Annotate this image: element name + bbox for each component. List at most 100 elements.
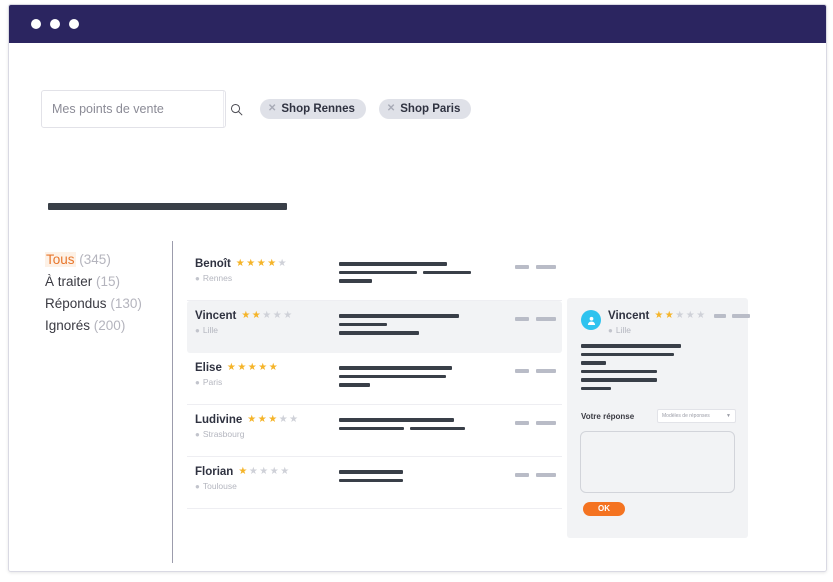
review-meta-placeholder: [515, 265, 556, 269]
sidebar-item-label: À traiter: [45, 274, 93, 289]
filter-pill-shop-paris[interactable]: ✕ Shop Paris: [378, 99, 472, 119]
text-line-group: [339, 478, 489, 488]
reviewer-name: Elise: [195, 362, 222, 374]
rating-stars: ★ ★ ★ ★ ★: [236, 259, 287, 269]
rating-star: ★: [251, 310, 261, 321]
text-line-placeholder: [339, 331, 419, 335]
sidebar-item-repondus[interactable]: Répondus (130): [45, 293, 165, 315]
review-meta-bar: [515, 317, 529, 321]
search-icon: [230, 103, 243, 116]
rating-star: ★: [246, 258, 256, 269]
text-line-placeholder: [339, 383, 370, 387]
text-line-placeholder: [581, 361, 606, 365]
panel-location-label: Lille: [615, 325, 631, 335]
rating-star: ★: [664, 310, 674, 321]
text-line-placeholder: [339, 374, 446, 378]
review-meta-placeholder: [515, 317, 556, 321]
app-screenshot: ✕ Shop Rennes ✕ Shop Paris Tous (345): [0, 0, 833, 582]
text-line-placeholder: [581, 369, 657, 373]
review-meta-bar: [536, 473, 556, 477]
rating-star: ★: [675, 310, 685, 321]
text-line-group: [339, 374, 489, 384]
review-text-placeholder: [339, 262, 489, 288]
close-icon[interactable]: ✕: [387, 104, 395, 114]
review-text-placeholder: [339, 418, 489, 435]
window-dot-minimize[interactable]: [50, 19, 60, 29]
rating-star: ★: [238, 466, 248, 477]
sidebar-item-label: Tous: [45, 252, 76, 267]
reviewer-name: Vincent: [195, 310, 237, 322]
text-line-group: [339, 470, 489, 479]
review-row[interactable]: Ludivine ★ ★ ★ ★ ★ ● Strasbourg: [187, 405, 562, 457]
rating-star: ★: [267, 258, 277, 269]
chevron-down-icon: ▼: [726, 413, 731, 419]
rating-stars: ★ ★ ★ ★ ★: [238, 467, 289, 477]
panel-meta-bar: [714, 314, 727, 318]
search-button[interactable]: [223, 91, 249, 127]
text-line-group: [339, 426, 489, 436]
text-line-placeholder: [339, 418, 454, 422]
response-template-select[interactable]: Modèles de réponses ▼: [657, 409, 736, 423]
location-pin-icon: ●: [608, 325, 613, 335]
rating-star: ★: [235, 258, 245, 269]
text-line-placeholder: [410, 426, 465, 430]
window-dot-maximize[interactable]: [69, 19, 79, 29]
text-line-placeholder: [581, 344, 681, 348]
window-titlebar: [9, 5, 826, 43]
rating-star: ★: [268, 414, 278, 425]
window-controls[interactable]: [31, 19, 79, 29]
review-location-label: Rennes: [202, 273, 233, 283]
sidebar-divider: [172, 241, 173, 563]
rating-star: ★: [289, 414, 299, 425]
rating-star: ★: [269, 466, 279, 477]
text-line-placeholder: [339, 314, 459, 318]
review-row[interactable]: Florian ★ ★ ★ ★ ★ ● Toulouse: [187, 457, 562, 509]
sidebar-item-tous[interactable]: Tous (345): [45, 249, 165, 271]
rating-star: ★: [226, 362, 236, 373]
rating-star: ★: [278, 414, 288, 425]
text-line-placeholder: [581, 386, 611, 390]
search-box[interactable]: [41, 90, 243, 128]
review-text-placeholder: [339, 470, 489, 487]
rating-star: ★: [256, 258, 266, 269]
panel-reviewer-name: Vincent: [608, 310, 650, 322]
ok-button[interactable]: OK: [583, 502, 625, 516]
text-line-placeholder: [581, 378, 657, 382]
close-icon[interactable]: ✕: [268, 104, 276, 114]
sidebar-item-a-traiter[interactable]: À traiter (15): [45, 271, 165, 293]
location-pin-icon: ●: [195, 377, 200, 387]
text-line-placeholder: [339, 366, 452, 370]
location-pin-icon: ●: [195, 325, 200, 335]
rating-star: ★: [258, 362, 268, 373]
rating-star: ★: [247, 414, 257, 425]
rating-star: ★: [280, 466, 290, 477]
filter-sidebar: Tous (345) À traiter (15) Répondus (130)…: [45, 249, 165, 337]
reply-textarea[interactable]: [580, 431, 735, 493]
text-line-group: [339, 418, 489, 427]
filter-pill-label: Shop Paris: [400, 103, 461, 115]
text-line-placeholder: [339, 470, 403, 474]
review-location-label: Toulouse: [202, 481, 237, 491]
review-row[interactable]: Elise ★ ★ ★ ★ ★ ● Paris: [187, 353, 562, 405]
text-line-group: [339, 383, 489, 392]
sidebar-item-ignores[interactable]: Ignorés (200): [45, 315, 165, 337]
review-meta-bar: [515, 421, 529, 425]
review-row[interactable]: Vincent ★ ★ ★ ★ ★ ● Lille: [187, 301, 562, 353]
review-row[interactable]: Benoît ★ ★ ★ ★ ★ ● Rennes: [187, 249, 562, 301]
sidebar-item-count: (200): [93, 318, 126, 333]
text-line-group: [339, 314, 489, 323]
review-meta-bar: [536, 317, 556, 321]
review-location-label: Paris: [202, 377, 223, 387]
text-line-placeholder: [339, 279, 372, 283]
text-line-placeholder: [339, 478, 403, 482]
reviewer-name: Florian: [195, 466, 234, 478]
text-line-placeholder: [339, 270, 417, 274]
search-input[interactable]: [42, 91, 223, 127]
panel-name-row: Vincent ★ ★ ★ ★ ★: [608, 310, 751, 322]
text-line-group: [339, 322, 489, 332]
reviewer-name: Ludivine: [195, 414, 243, 426]
filter-pill-shop-rennes[interactable]: ✕ Shop Rennes: [260, 99, 366, 119]
window-dot-close[interactable]: [31, 19, 41, 29]
rating-star: ★: [248, 466, 258, 477]
review-meta-bar: [536, 265, 556, 269]
